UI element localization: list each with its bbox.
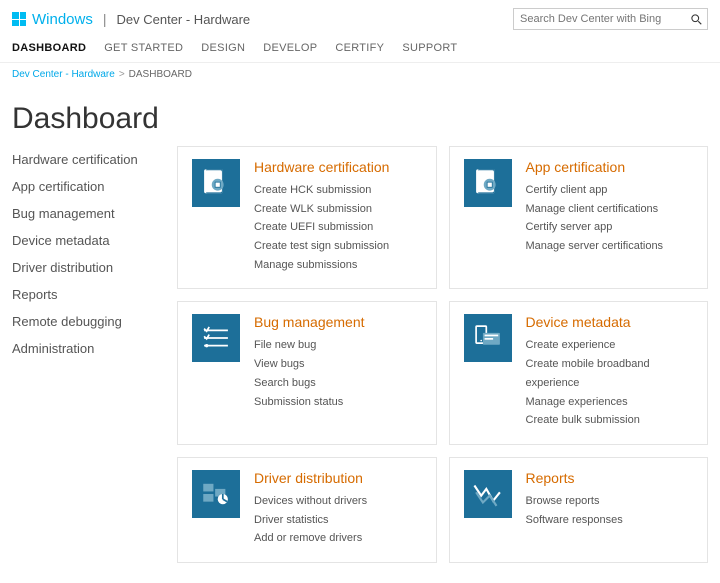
card-link[interactable]: Create mobile broadband experience	[526, 355, 694, 392]
header-subtitle: Dev Center - Hardware	[117, 12, 251, 27]
main-nav: DASHBOARD GET STARTED DESIGN DEVELOP CERTIFY…	[0, 36, 720, 63]
sidebar-item-bug-management[interactable]: Bug management	[12, 206, 177, 221]
reports-icon	[464, 470, 512, 518]
card-device-metadata: Device metadata Create experienceCreate m…	[449, 301, 709, 444]
card-reports: Reports Browse reportsSoftware responses	[449, 457, 709, 563]
card-title[interactable]: Hardware certification	[254, 159, 389, 175]
card-link[interactable]: Devices without drivers	[254, 492, 367, 511]
page-title: Dashboard	[0, 86, 720, 146]
sidebar-item-reports[interactable]: Reports	[12, 287, 177, 302]
card-link[interactable]: Manage server certifications	[526, 237, 664, 256]
brand-text: Windows	[32, 11, 93, 28]
breadcrumb: Dev Center - Hardware>DASHBOARD	[0, 63, 720, 86]
card-link[interactable]: Browse reports	[526, 492, 623, 511]
nav-item-certify[interactable]: CERTIFY	[335, 42, 384, 54]
card-link[interactable]: Software responses	[526, 511, 623, 530]
cert-icon	[192, 159, 240, 207]
card-bug-management: Bug management File new bugView bugsSearc…	[177, 301, 437, 444]
nav-item-develop[interactable]: DEVELOP	[263, 42, 317, 54]
card-link[interactable]: Manage submissions	[254, 256, 389, 275]
card-link[interactable]: Create test sign submission	[254, 237, 389, 256]
bug-icon	[192, 314, 240, 362]
breadcrumb-separator: >	[115, 69, 129, 80]
card-grid: Hardware certification Create HCK submiss…	[177, 146, 708, 563]
card-title[interactable]: Device metadata	[526, 314, 694, 330]
card-link[interactable]: Create WLK submission	[254, 200, 389, 219]
card-link[interactable]: Create UEFI submission	[254, 218, 389, 237]
header-divider: |	[99, 11, 111, 27]
app-cert-icon	[464, 159, 512, 207]
card-link[interactable]: Create bulk submission	[526, 411, 694, 430]
card-title[interactable]: Bug management	[254, 314, 365, 330]
search-box[interactable]	[513, 8, 708, 30]
card-link[interactable]: Driver statistics	[254, 511, 367, 530]
sidebar-item-driver-distribution[interactable]: Driver distribution	[12, 260, 177, 275]
sidebar-item-device-metadata[interactable]: Device metadata	[12, 233, 177, 248]
breadcrumb-item[interactable]: Dev Center - Hardware	[12, 69, 115, 80]
card-link[interactable]: Certify client app	[526, 181, 664, 200]
card-link[interactable]: View bugs	[254, 355, 365, 374]
windows-logo-icon	[12, 12, 26, 26]
device-icon	[464, 314, 512, 362]
card-link[interactable]: Create HCK submission	[254, 181, 389, 200]
search-icon	[690, 13, 702, 25]
sidebar-item-administration[interactable]: Administration	[12, 341, 177, 356]
nav-item-dashboard[interactable]: DASHBOARD	[12, 42, 86, 54]
card-link[interactable]: Submission status	[254, 393, 365, 412]
nav-item-design[interactable]: DESIGN	[201, 42, 245, 54]
card-link[interactable]: Manage client certifications	[526, 200, 664, 219]
card-link[interactable]: Manage experiences	[526, 393, 694, 412]
nav-item-get-started[interactable]: GET STARTED	[104, 42, 183, 54]
card-title[interactable]: Driver distribution	[254, 470, 367, 486]
sidebar-item-remote-debugging[interactable]: Remote debugging	[12, 314, 177, 329]
driver-icon	[192, 470, 240, 518]
card-hardware-certification: Hardware certification Create HCK submiss…	[177, 146, 437, 289]
card-link[interactable]: Certify server app	[526, 218, 664, 237]
search-input[interactable]	[514, 10, 685, 28]
card-title[interactable]: App certification	[526, 159, 664, 175]
card-link[interactable]: File new bug	[254, 336, 365, 355]
breadcrumb-item: DASHBOARD	[129, 69, 192, 80]
card-title[interactable]: Reports	[526, 470, 623, 486]
card-link[interactable]: Create experience	[526, 336, 694, 355]
search-button[interactable]	[685, 13, 707, 25]
sidebar-item-app-certification[interactable]: App certification	[12, 179, 177, 194]
card-driver-distribution: Driver distribution Devices without drive…	[177, 457, 437, 563]
nav-item-support[interactable]: SUPPORT	[402, 42, 457, 54]
card-app-certification: App certificationCertify client appManag…	[449, 146, 709, 289]
sidebar: Hardware certification App certification B…	[12, 146, 177, 563]
card-link[interactable]: Search bugs	[254, 374, 365, 393]
card-link[interactable]: Add or remove drivers	[254, 529, 367, 548]
sidebar-item-hardware-certification[interactable]: Hardware certification	[12, 152, 177, 167]
